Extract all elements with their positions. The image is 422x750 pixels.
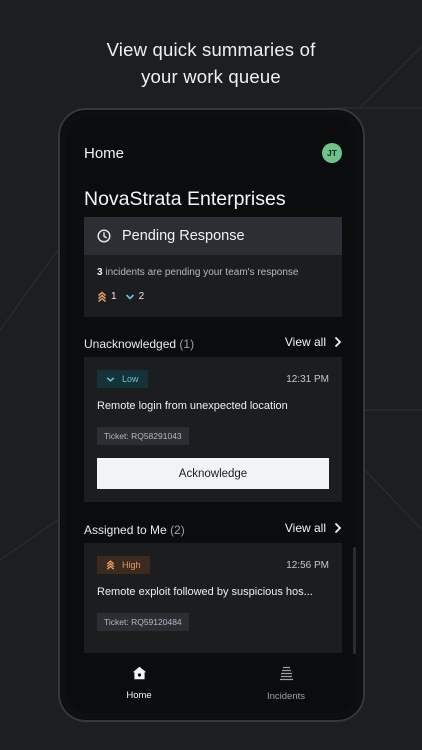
nav-incidents-label: Incidents bbox=[266, 691, 306, 702]
assigned-incident-card[interactable]: High 12:56 PM Remote exploit followed by… bbox=[84, 543, 342, 653]
headline-line-1: View quick summaries of bbox=[106, 39, 316, 60]
pending-summary: 3 incidents are pending your team's resp… bbox=[97, 267, 298, 278]
low-severity-icon bbox=[125, 293, 134, 300]
nav-item-incidents[interactable]: Incidents bbox=[236, 666, 336, 702]
bottom-navigation: Home Incidents bbox=[67, 654, 356, 713]
page-title: Home bbox=[84, 145, 125, 162]
incident-time: 12:56 PM bbox=[286, 560, 329, 571]
assigned-section-header: Assigned to Me (2) View all bbox=[84, 521, 342, 539]
severity-label: Low bbox=[122, 374, 139, 384]
app-screen: Home JT NovaStrata Enterprises Pending R… bbox=[67, 117, 356, 713]
high-count: 1 bbox=[97, 291, 117, 302]
low-count: 2 bbox=[125, 291, 145, 302]
assigned-count: (2) bbox=[170, 523, 185, 537]
assigned-view-all-link[interactable]: View all bbox=[285, 521, 342, 535]
severity-label: High bbox=[122, 560, 141, 570]
unacknowledged-section-header: Unacknowledged (1) View all bbox=[84, 335, 342, 353]
unacknowledged-label: Unacknowledged (1) bbox=[84, 337, 194, 351]
nav-home-label: Home bbox=[126, 690, 152, 701]
pending-summary-text: incidents are pending your team's respon… bbox=[102, 267, 299, 278]
low-count-value: 2 bbox=[138, 291, 145, 302]
incidents-list-icon bbox=[279, 666, 293, 681]
severity-counts: 1 2 bbox=[97, 291, 152, 302]
pending-response-card[interactable]: Pending Response 3 incidents are pending… bbox=[84, 217, 342, 317]
chevron-right-icon bbox=[334, 522, 342, 534]
unacknowledged-incident-card[interactable]: Low 12:31 PM Remote login from unexpecte… bbox=[84, 357, 342, 502]
home-icon bbox=[132, 666, 146, 680]
ticket-badge: Ticket: RQ59120484 bbox=[97, 613, 189, 631]
assigned-label-text: Assigned to Me bbox=[84, 523, 167, 537]
chevron-down-icon bbox=[106, 376, 115, 382]
ticket-badge: Ticket: RQ58291043 bbox=[97, 427, 189, 445]
unacknowledged-view-all-link[interactable]: View all bbox=[285, 335, 342, 349]
nav-item-home[interactable]: Home bbox=[89, 666, 189, 701]
triple-chevron-up-icon bbox=[106, 560, 115, 570]
top-bar: Home JT bbox=[84, 143, 342, 165]
incident-title: Remote login from unexpected location bbox=[97, 400, 288, 412]
clock-icon bbox=[97, 229, 111, 243]
severity-badge-high: High bbox=[97, 556, 150, 574]
incident-title: Remote exploit followed by suspicious ho… bbox=[97, 586, 313, 598]
pending-response-title: Pending Response bbox=[122, 228, 245, 244]
view-all-label: View all bbox=[284, 335, 326, 349]
headline-line-2: your work queue bbox=[141, 66, 281, 87]
headline: View quick summaries of your work queue bbox=[0, 36, 422, 90]
acknowledge-button[interactable]: Acknowledge bbox=[97, 458, 329, 489]
high-count-value: 1 bbox=[111, 291, 117, 302]
unacknowledged-count: (1) bbox=[179, 337, 195, 351]
assigned-label: Assigned to Me (2) bbox=[84, 523, 185, 537]
view-all-label: View all bbox=[284, 521, 326, 535]
severity-badge-low: Low bbox=[97, 370, 148, 388]
pending-response-header: Pending Response bbox=[84, 217, 342, 255]
organization-name: NovaStrata Enterprises bbox=[84, 188, 286, 210]
chevron-right-icon bbox=[334, 336, 342, 348]
high-severity-icon bbox=[98, 291, 106, 302]
unacknowledged-label-text: Unacknowledged bbox=[84, 337, 177, 351]
scrollbar[interactable] bbox=[353, 547, 356, 657]
incident-time: 12:31 PM bbox=[286, 374, 329, 385]
avatar[interactable]: JT bbox=[322, 143, 342, 163]
phone-frame: Home JT NovaStrata Enterprises Pending R… bbox=[58, 108, 365, 722]
